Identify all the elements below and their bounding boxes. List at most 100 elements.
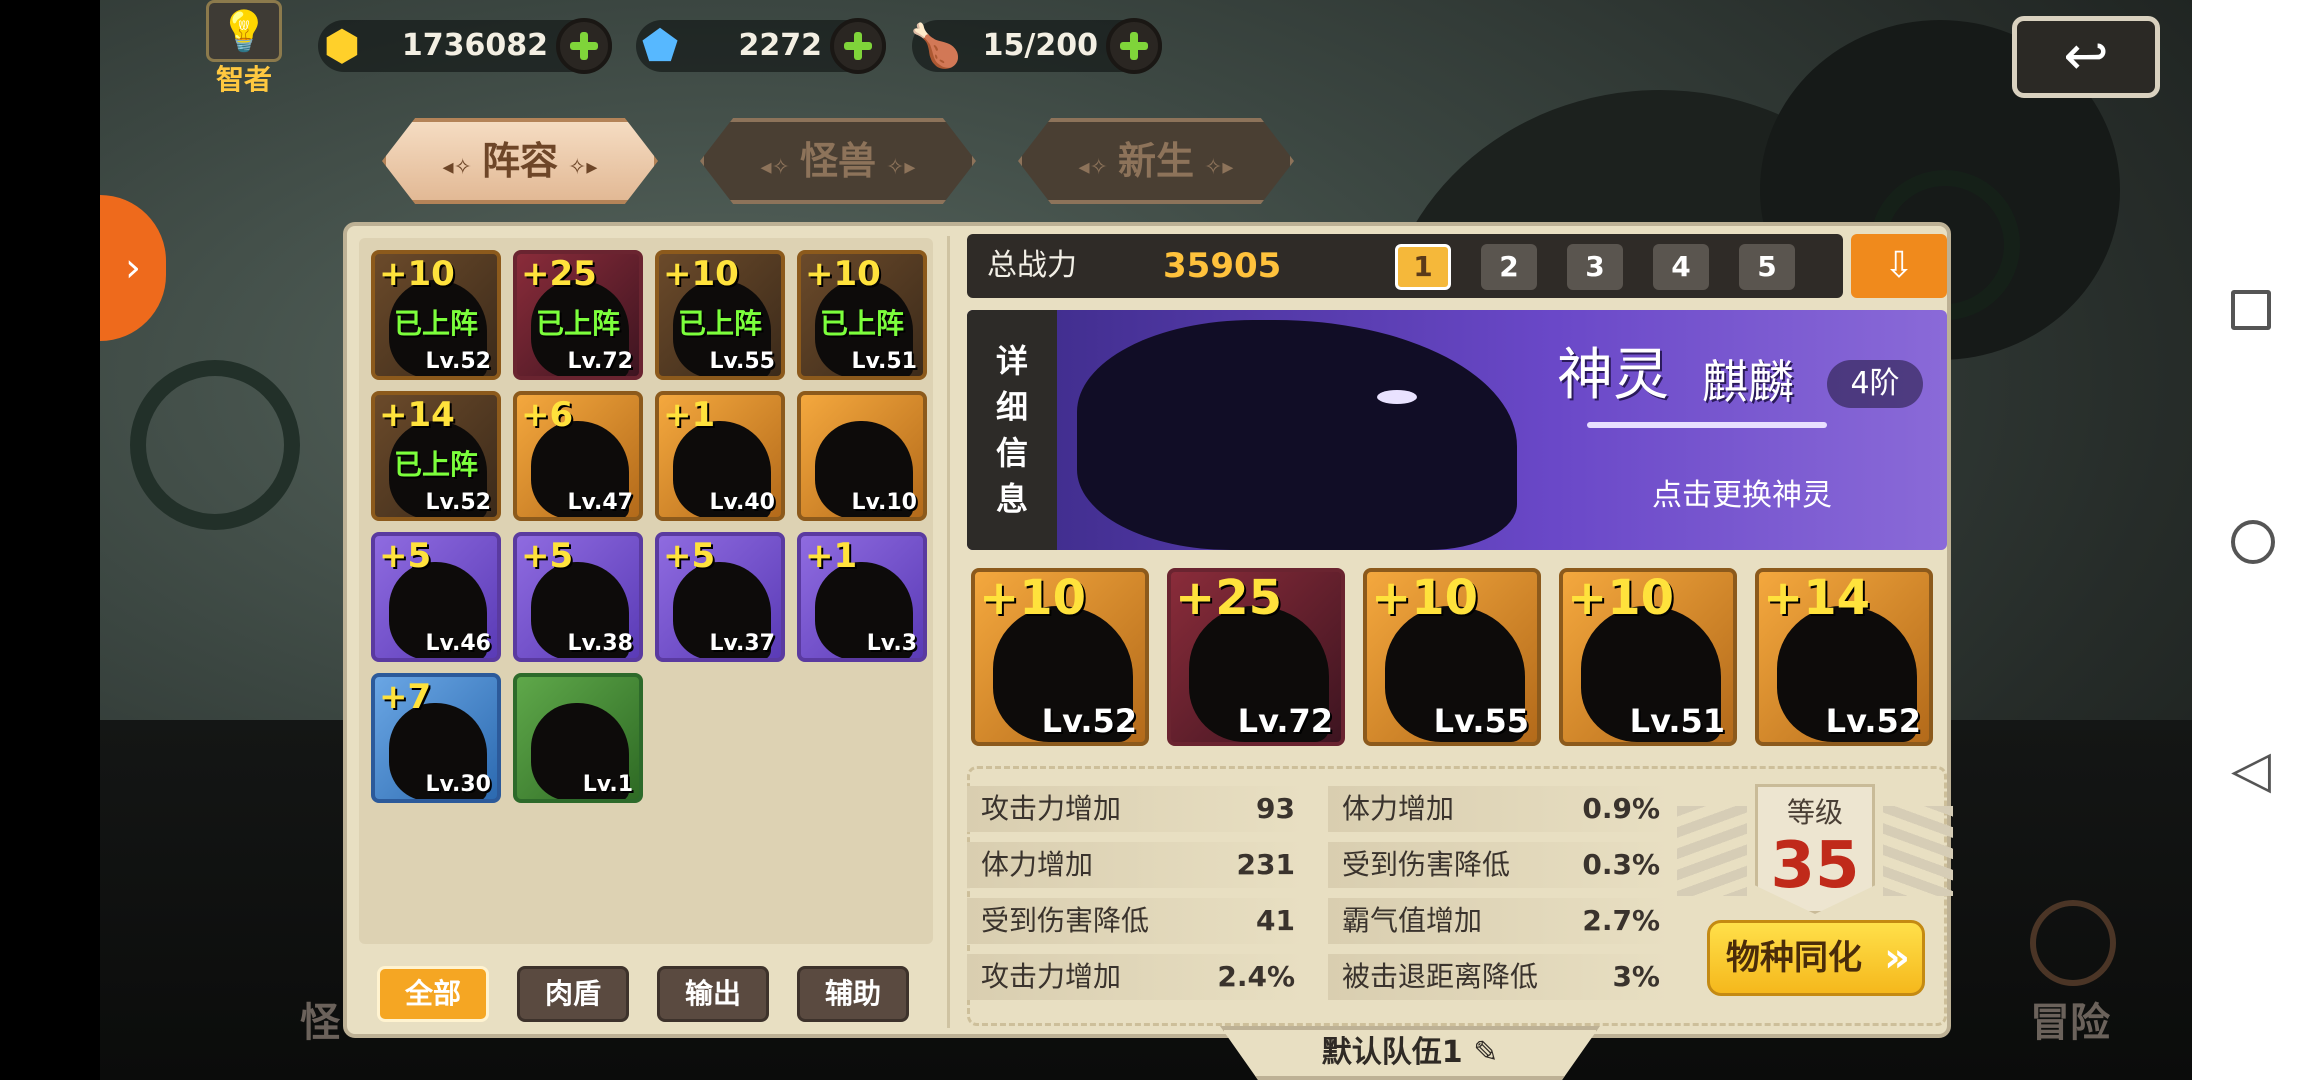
team-slot[interactable]: +25 Lv.72 bbox=[1167, 568, 1345, 746]
stat-row: 体力增加 231 bbox=[967, 842, 1305, 888]
team-4-button[interactable]: 4 bbox=[1653, 244, 1709, 290]
android-nav-bar: ◁ bbox=[2192, 0, 2310, 1080]
monster-level: Lv.55 bbox=[709, 349, 775, 374]
level-wing-left bbox=[1677, 806, 1747, 896]
add-stamina-button[interactable] bbox=[1106, 18, 1162, 74]
deployed-label: 已上阵 bbox=[677, 307, 762, 340]
monster-card[interactable]: Lv.10 bbox=[797, 391, 927, 521]
detail-info-label: 详细信息 bbox=[995, 342, 1028, 518]
add-gold-button[interactable] bbox=[556, 18, 612, 74]
stat-row: 攻击力增加 93 bbox=[967, 786, 1305, 832]
back-nav-icon[interactable]: ◁ bbox=[2231, 744, 2271, 796]
stat-value: 231 bbox=[1236, 848, 1295, 881]
level-label: 等级 bbox=[1786, 796, 1843, 829]
deployed-label: 已上阵 bbox=[535, 307, 620, 340]
monster-level: Lv.51 bbox=[851, 349, 917, 374]
compass-icon[interactable] bbox=[2030, 900, 2116, 986]
stat-label: 体力增加 bbox=[981, 848, 1094, 881]
stat-row: 受到伤害降低 41 bbox=[967, 898, 1305, 944]
tab-monsters-label: 怪兽 bbox=[799, 139, 876, 183]
stat-value: 93 bbox=[1256, 792, 1295, 825]
slot-level: Lv.72 bbox=[1237, 702, 1333, 740]
monster-card[interactable]: +6 Lv.47 bbox=[513, 391, 643, 521]
power-value: 35905 bbox=[1163, 246, 1282, 286]
gold-icon: ⬢ bbox=[323, 21, 361, 70]
chevron-right-icon: › bbox=[125, 245, 141, 291]
stat-value: 0.9% bbox=[1582, 792, 1660, 825]
filter-support[interactable]: 辅助 bbox=[797, 966, 909, 1022]
team-slot[interactable]: +10 Lv.52 bbox=[971, 568, 1149, 746]
monster-card[interactable]: +10 已上阵 Lv.52 bbox=[371, 250, 501, 380]
team-3-button[interactable]: 3 bbox=[1567, 244, 1623, 290]
level-value: 35 bbox=[1770, 829, 1860, 903]
monster-card[interactable]: +25 已上阵 Lv.72 bbox=[513, 250, 643, 380]
deployed-label: 已上阵 bbox=[393, 448, 478, 481]
slot-level: Lv.52 bbox=[1825, 702, 1921, 740]
badge-label: 智者 bbox=[215, 63, 272, 96]
god-stage-badge: 4阶 bbox=[1827, 360, 1923, 408]
monster-plus: +10 bbox=[379, 254, 455, 294]
monster-level: Lv.38 bbox=[567, 631, 633, 656]
filter-tank[interactable]: 肉盾 bbox=[517, 966, 629, 1022]
monster-card[interactable]: +5 Lv.46 bbox=[371, 532, 501, 662]
god-name-underline bbox=[1587, 422, 1827, 428]
stat-value: 0.3% bbox=[1582, 848, 1660, 881]
add-gems-button[interactable] bbox=[830, 18, 886, 74]
recent-apps-icon[interactable] bbox=[2231, 290, 2271, 330]
nav-adventure[interactable]: 冒险 bbox=[2030, 990, 2110, 1048]
back-button[interactable]: ↩ bbox=[2012, 16, 2160, 98]
stamina-value: 15/200 bbox=[982, 28, 1098, 63]
species-assimilate-button[interactable]: 物种同化 » bbox=[1707, 920, 1925, 996]
slot-plus: +10 bbox=[979, 570, 1087, 626]
team-name-tab[interactable]: 默认队伍1 ✎ bbox=[1220, 1026, 1600, 1080]
slot-plus: +25 bbox=[1175, 570, 1283, 626]
stat-value: 2.4% bbox=[1217, 960, 1295, 993]
team-slot[interactable]: +14 Lv.52 bbox=[1755, 568, 1933, 746]
gem-counter: ⬟ 2272 bbox=[636, 18, 886, 74]
stat-label: 体力增加 bbox=[1342, 792, 1455, 825]
monster-level: Lv.47 bbox=[567, 490, 633, 515]
monster-plus: +1 bbox=[805, 536, 858, 576]
filter-damage[interactable]: 输出 bbox=[657, 966, 769, 1022]
god-banner[interactable]: 详细信息 神灵 麒麟 4阶 点击更换神灵 bbox=[967, 310, 1947, 550]
monster-level: Lv.52 bbox=[425, 349, 491, 374]
monster-card[interactable]: Lv.1 bbox=[513, 673, 643, 803]
team-slot[interactable]: +10 Lv.51 bbox=[1559, 568, 1737, 746]
team-slot[interactable]: +10 Lv.55 bbox=[1363, 568, 1541, 746]
monster-card[interactable]: +1 Lv.40 bbox=[655, 391, 785, 521]
double-chevron-icon: » bbox=[1884, 935, 1910, 981]
gold-counter: ⬢ 1736082 bbox=[318, 18, 612, 74]
lineup-panel: +10 已上阵 Lv.52 +25 已上阵 Lv.72 +10 已上阵 Lv.55 +10 已上阵 L… bbox=[343, 222, 1953, 1038]
slot-level: Lv.52 bbox=[1041, 702, 1137, 740]
monster-card[interactable]: +5 Lv.38 bbox=[513, 532, 643, 662]
team-1-button[interactable]: 1 bbox=[1395, 244, 1451, 290]
meat-icon: 🍗 bbox=[909, 21, 963, 70]
slot-level: Lv.55 bbox=[1433, 702, 1529, 740]
monster-card[interactable]: +14 已上阵 Lv.52 bbox=[371, 391, 501, 521]
filter-all[interactable]: 全部 bbox=[377, 966, 489, 1022]
tab-rebirth[interactable]: ◂✧ 新生 ✧▸ bbox=[1018, 118, 1294, 204]
monster-plus: +5 bbox=[521, 536, 574, 576]
monster-card[interactable]: +5 Lv.37 bbox=[655, 532, 785, 662]
nav-monsters[interactable]: 怪 bbox=[300, 990, 340, 1048]
god-title: 神灵 bbox=[1557, 343, 1669, 408]
stat-label: 被击退距离降低 bbox=[1342, 960, 1539, 993]
team-5-button[interactable]: 5 bbox=[1739, 244, 1795, 290]
stat-label: 霸气值增加 bbox=[1342, 904, 1483, 937]
swap-lineup-button[interactable]: ⇩ bbox=[1851, 234, 1947, 298]
tab-monsters[interactable]: ◂✧ 怪兽 ✧▸ bbox=[700, 118, 976, 204]
tab-lineup[interactable]: ◂✧ 阵容 ✧▸ bbox=[382, 118, 658, 204]
monster-card[interactable]: +10 已上阵 Lv.55 bbox=[655, 250, 785, 380]
home-icon[interactable] bbox=[2231, 520, 2275, 564]
divider bbox=[947, 236, 950, 1028]
team-2-button[interactable]: 2 bbox=[1481, 244, 1537, 290]
monster-card[interactable]: +10 已上阵 Lv.51 bbox=[797, 250, 927, 380]
monster-card[interactable]: +1 Lv.3 bbox=[797, 532, 927, 662]
tab-lineup-label: 阵容 bbox=[481, 139, 558, 183]
monster-card[interactable]: +7 Lv.30 bbox=[371, 673, 501, 803]
wise-badge[interactable]: 💡 智者 bbox=[204, 0, 284, 96]
power-label: 总战力 bbox=[987, 248, 1077, 283]
stat-value: 2.7% bbox=[1582, 904, 1660, 937]
swap-cards-icon: ⇩ bbox=[1883, 245, 1915, 286]
detail-info-button[interactable]: 详细信息 bbox=[967, 310, 1057, 550]
